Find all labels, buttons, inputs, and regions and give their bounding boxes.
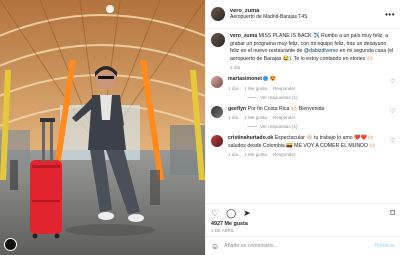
tagged-people-icon[interactable] (4, 238, 17, 251)
author-avatar[interactable] (211, 7, 225, 21)
comment-heart-icon[interactable]: ♡ (390, 137, 395, 144)
comment-likes[interactable]: 1 Me gusta (244, 152, 267, 157)
comment-time: 1 día (228, 152, 239, 158)
comment-item: martasimonet 😍 1 día 1 Me gusta Responde… (211, 76, 395, 91)
caption-mention[interactable]: @dabizdiverxo (304, 48, 338, 54)
comment-username[interactable]: cristinahurtado.ok (228, 135, 273, 141)
smiley-icon[interactable]: ☺ (211, 242, 219, 251)
commenter-avatar[interactable] (211, 105, 223, 118)
reply-button[interactable]: Responder (273, 152, 295, 157)
comment-likes[interactable]: 1 Me gusta (244, 115, 267, 120)
more-options-icon[interactable]: ••• (385, 10, 395, 19)
post-actions: ♡ ◯ ➤ ⌑ 4927 Me gusta 1 DE ABRIL (206, 203, 400, 236)
comment-heart-icon[interactable]: ♡ (390, 78, 395, 85)
verified-badge-icon (263, 76, 269, 82)
bookmark-icon[interactable]: ⌑ (390, 208, 395, 218)
post-date: 1 DE ABRIL (211, 228, 235, 233)
post-location[interactable]: Aeropuerto de Madrid-Barajas T4S (230, 14, 307, 20)
comment-time: 1 día (228, 115, 239, 121)
post-details-panel: vero_zuma Aeropuerto de Madrid-Barajas T… (205, 0, 400, 255)
author-info: vero_zuma Aeropuerto de Madrid-Barajas T… (230, 8, 307, 20)
comment-icon[interactable]: ◯ (226, 208, 236, 218)
comment-time: 1 día (228, 85, 239, 91)
post-modal: vero_zuma Aeropuerto de Madrid-Barajas T… (0, 0, 400, 255)
comments-list[interactable]: vero_zuma MISS PLANE IS BACK ✈️ Rumbo a … (206, 29, 400, 203)
reply-button[interactable]: Responder (273, 115, 295, 120)
paper-plane-icon[interactable]: ➤ (243, 208, 251, 218)
post-photo[interactable] (0, 0, 205, 255)
reply-button[interactable]: Responder (273, 86, 295, 91)
airport-photo-illustration (0, 0, 205, 255)
commenter-avatar[interactable] (211, 135, 223, 148)
view-replies-label: Ver respuestas (1) (260, 94, 298, 100)
publish-button[interactable]: Publicar (375, 243, 395, 249)
caption-time: 1 día (230, 65, 241, 71)
likes-count[interactable]: 4927 Me gusta (211, 221, 395, 227)
comment-item: geeflyn Por fin Costa Rica 🙌🏻 Bienvenida… (211, 105, 395, 121)
caption-avatar[interactable] (211, 33, 225, 47)
view-replies-button[interactable]: Ver respuestas (1) (247, 124, 395, 129)
comment-username[interactable]: martasimonet (228, 76, 262, 82)
heart-icon[interactable]: ♡ (211, 208, 219, 218)
comment-heart-icon[interactable]: ♡ (390, 108, 395, 115)
post-header: vero_zuma Aeropuerto de Madrid-Barajas T… (206, 0, 400, 29)
caption-username[interactable]: vero_zuma (230, 33, 257, 39)
comment-username[interactable]: geeflyn (228, 106, 246, 112)
view-replies-label: Ver respuestas (1) (260, 124, 298, 130)
add-comment-bar: ☺ Añade un comentario... Publicar (206, 236, 400, 255)
comment-likes[interactable]: 1 Me gusta (244, 86, 267, 91)
view-replies-button[interactable]: Ver respuestas (1) (247, 95, 395, 100)
caption: vero_zuma MISS PLANE IS BACK ✈️ Rumbo a … (211, 33, 395, 70)
commenter-avatar[interactable] (211, 76, 223, 89)
comment-input[interactable]: Añade un comentario... (224, 243, 278, 249)
comment-item: cristinahurtado.ok Espectacular 👏🏻 tu tr… (211, 135, 395, 157)
comment-text: 😍 (269, 76, 276, 83)
comment-text: Por fin Costa Rica 🙌🏻 Bienvenida (247, 105, 325, 112)
